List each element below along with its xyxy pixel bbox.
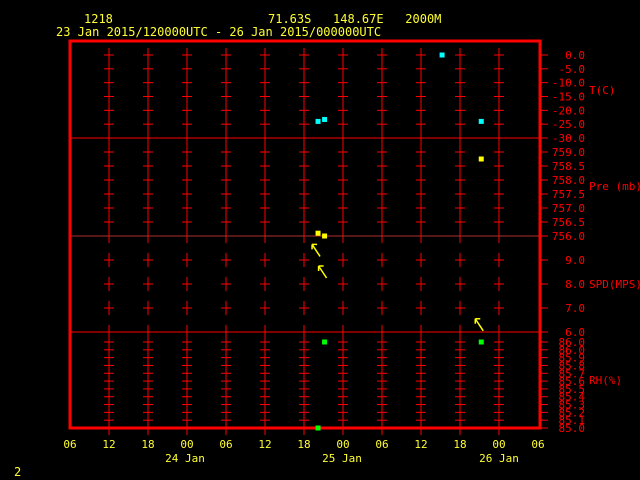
y-axis-label: RH(%) (589, 374, 622, 387)
data-point (478, 156, 484, 162)
x-date-label: 24 Jan (165, 452, 205, 465)
data-point (478, 339, 484, 345)
y-tick-label: 8.0 (565, 278, 585, 291)
y-tick-label: 757.5 (552, 188, 585, 201)
x-tick-label: 18 (297, 438, 310, 451)
y-tick-label: -10.0 (552, 77, 585, 90)
data-point (322, 116, 328, 122)
y-tick-label: 757.0 (552, 202, 585, 215)
y-axis-label: Pre (mb) (589, 180, 640, 193)
data-point (478, 118, 484, 124)
x-tick-label: 12 (102, 438, 115, 451)
y-tick-label: -5.0 (559, 63, 586, 76)
x-tick-label: 18 (453, 438, 466, 451)
x-tick-label: 00 (336, 438, 349, 451)
x-tick-label: 00 (180, 438, 193, 451)
data-point (315, 230, 321, 236)
data-point (439, 52, 445, 58)
y-tick-label: -30.0 (552, 132, 585, 145)
x-tick-label: 00 (492, 438, 505, 451)
x-tick-label: 06 (63, 438, 76, 451)
data-point (315, 425, 321, 431)
x-tick-label: 06 (375, 438, 388, 451)
wind-arrow-mark (474, 318, 484, 332)
y-tick-label: 7.0 (565, 302, 585, 315)
y-tick-label: -15.0 (552, 91, 585, 104)
meteogram-chart: 0.0-5.0-10.0-15.0-20.0-25.0-30.0 T(C) 759.… (63, 39, 640, 465)
x-tick-label: 12 (258, 438, 271, 451)
y-tick-label: 756.5 (552, 216, 585, 229)
x-date-label: 25 Jan (322, 452, 362, 465)
y-tick-label: -25.0 (552, 118, 585, 131)
wind-arrow-mark (317, 265, 328, 279)
y-axis-label: SPD(MPS) (589, 278, 640, 291)
data-point (322, 233, 328, 239)
y-axis-label: T(C) (589, 84, 616, 97)
y-tick-label: 9.0 (565, 254, 585, 267)
data-point (322, 339, 328, 345)
plot-frame (68, 39, 542, 430)
data-point (315, 118, 321, 124)
x-tick-label: 06 (531, 438, 544, 451)
x-tick-label: 18 (141, 438, 154, 451)
y-tick-label: 0.0 (565, 49, 585, 62)
y-tick-label: 758.0 (552, 174, 585, 187)
x-tick-label: 06 (219, 438, 232, 451)
y-tick-label: 758.5 (552, 160, 585, 173)
y-tick-label: 759.0 (552, 146, 585, 159)
wind-arrow-mark (311, 243, 321, 257)
x-tick-label: 12 (414, 438, 427, 451)
x-date-label: 26 Jan (479, 452, 519, 465)
y-tick-label: 756.0 (552, 230, 585, 243)
y-tick-label: -20.0 (552, 104, 585, 117)
y-tick-label: 85.0 (559, 422, 586, 435)
